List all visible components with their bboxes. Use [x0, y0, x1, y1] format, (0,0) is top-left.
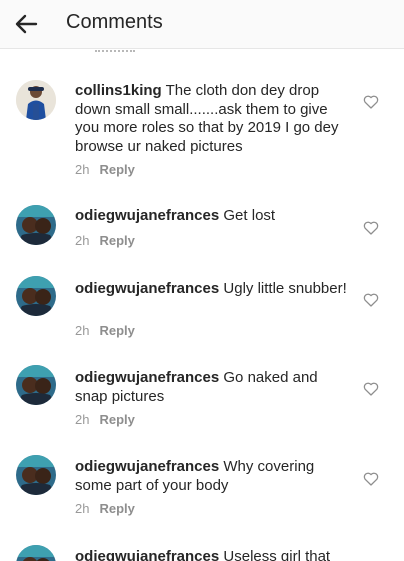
comment-meta: 2h Reply [75, 501, 135, 516]
comment-text: odiegwujanefrances Go naked and snap pic… [75, 369, 350, 406]
comment-username[interactable]: odiegwujanefrances [75, 548, 219, 561]
heart-outline-icon [363, 95, 379, 109]
comment-body: Ugly little snubber! [223, 280, 347, 297]
reply-button[interactable]: Reply [99, 233, 134, 248]
like-button[interactable] [363, 471, 379, 487]
comment-meta: 2h Reply [75, 323, 135, 338]
heart-outline-icon [363, 472, 379, 486]
comment-meta: 2h Reply [75, 412, 135, 427]
avatar[interactable] [16, 80, 56, 120]
avatar[interactable] [16, 455, 56, 495]
heart-outline-icon [363, 221, 379, 235]
reply-button[interactable]: Reply [99, 162, 134, 177]
heart-outline-icon [363, 293, 379, 307]
comment-meta: 2h Reply [75, 162, 135, 177]
avatar-image [16, 80, 56, 120]
comment-time: 2h [75, 162, 90, 177]
comment-username[interactable]: odiegwujanefrances [75, 280, 219, 297]
comment-time: 2h [75, 501, 90, 516]
back-button[interactable] [12, 10, 40, 38]
like-button[interactable] [363, 220, 379, 236]
comment-text: collins1king The cloth don dey drop down… [75, 82, 350, 156]
comment-body: Get lost [223, 207, 276, 224]
comment-time: 2h [75, 323, 90, 338]
like-button[interactable] [363, 94, 379, 110]
comment-time: 2h [75, 412, 90, 427]
avatar[interactable] [16, 365, 56, 405]
avatar[interactable] [16, 545, 56, 561]
reply-button[interactable]: Reply [99, 323, 134, 338]
like-button[interactable] [363, 292, 379, 308]
avatar[interactable] [16, 276, 56, 316]
comment-text: odiegwujanefrances Get lost [75, 207, 350, 226]
comments-screen: Comments collins1king The cloth don dey … [0, 0, 404, 561]
avatar-image [16, 276, 56, 316]
comment-username[interactable]: odiegwujanefrances [75, 369, 219, 386]
page-title: Comments [66, 11, 163, 33]
arrow-left-icon [15, 14, 38, 34]
heart-outline-icon [363, 382, 379, 396]
reply-button[interactable]: Reply [99, 501, 134, 516]
avatar-image [16, 365, 56, 405]
avatar-image [16, 455, 56, 495]
avatar[interactable] [16, 205, 56, 245]
like-button[interactable] [363, 381, 379, 397]
avatar-image [16, 205, 56, 245]
comment-meta: 2h Reply [75, 233, 135, 248]
comment-username[interactable]: odiegwujanefrances [75, 207, 219, 224]
comment-text: odiegwujanefrances Useless girl that [75, 548, 350, 561]
comment-text: odiegwujanefrances Ugly little snubber! [75, 280, 350, 299]
reply-button[interactable]: Reply [99, 412, 134, 427]
header-bar: Comments [0, 0, 404, 49]
comment-username[interactable]: odiegwujanefrances [75, 458, 219, 475]
avatar-image [16, 545, 56, 561]
comment-body: Useless girl that [223, 548, 331, 561]
comment-time: 2h [75, 233, 90, 248]
comment-username[interactable]: collins1king [75, 82, 162, 99]
comment-text: odiegwujanefrances Why covering some par… [75, 458, 350, 495]
